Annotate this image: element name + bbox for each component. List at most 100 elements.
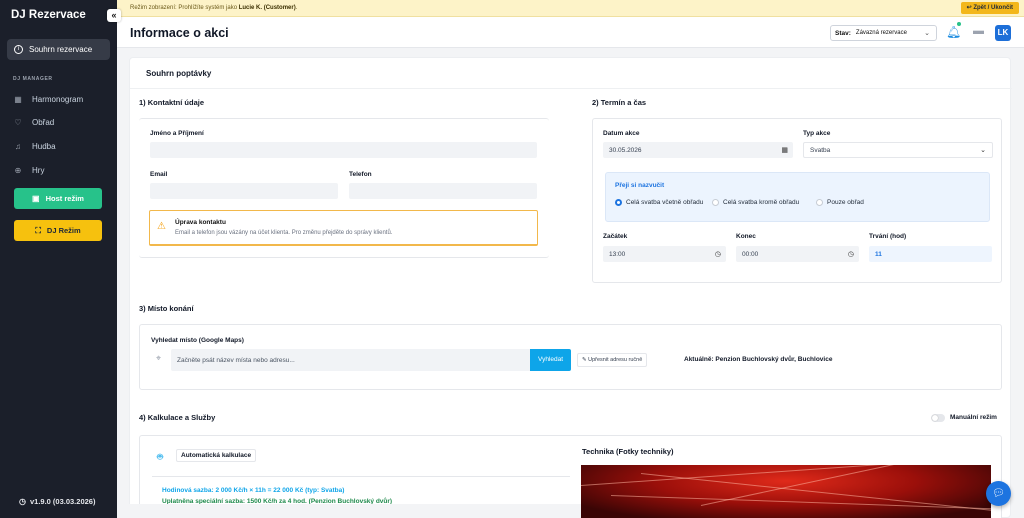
- auto-calc-badge: 🤖︎ Automatická kalkulace: [157, 447, 257, 464]
- heart-icon: ♡: [14, 117, 22, 127]
- date-label: Datum akce: [603, 130, 640, 137]
- info-icon: i: [14, 45, 23, 54]
- dj-mode-label: DJ Režim: [46, 226, 81, 235]
- collapse-sidebar-button[interactable]: «: [107, 9, 121, 22]
- edit-icon: ✎: [582, 357, 587, 363]
- dj-mode-button[interactable]: ⛶ DJ Režim: [14, 220, 102, 241]
- radio-checked: [615, 199, 622, 206]
- chat-icon[interactable]: ▬: [973, 25, 984, 37]
- radio-label: Celá svatba kromě obřadu: [723, 199, 800, 206]
- exit-view-button[interactable]: ↩ Zpět / Ukončit: [960, 2, 1019, 14]
- radio-option-full-without-ceremony[interactable]: Celá svatba kromě obřadu: [712, 199, 799, 206]
- section-title-venue: 3) Místo konání: [139, 304, 194, 313]
- light-beam: [581, 465, 991, 486]
- chat-bubble-icon[interactable]: 💬︎: [986, 481, 1011, 506]
- host-icon: ▣: [32, 194, 40, 203]
- event-type-value: Svatba: [810, 146, 831, 154]
- section-title-contact: 1) Kontaktní údaje: [139, 98, 205, 107]
- chevron-down-icon: ⌄: [980, 147, 986, 154]
- venue-search-button[interactable]: Vyhledat: [530, 349, 571, 371]
- name-label: Jméno a Příjmení: [150, 130, 204, 137]
- tech-title: Technika (Fotky techniky): [582, 447, 674, 456]
- end-value: 00:00: [742, 250, 759, 258]
- radio-label: Celá svatba včetně obřadu: [626, 199, 704, 206]
- end-time-field[interactable]: 00:00 ◷: [736, 246, 859, 262]
- radio-label: Pouze obřad: [827, 199, 864, 206]
- app-brand: DJ Rezervace: [11, 9, 86, 21]
- map-pin-icon: ⌖: [156, 353, 162, 363]
- bell-icon[interactable]: 🔔︎: [946, 25, 961, 39]
- hourly-rate-text: Hodinová sazba: 2 000 Kč/h × 11h = 22 00…: [162, 487, 345, 494]
- sidebar-item-hry[interactable]: ⊕ Hry: [13, 164, 45, 176]
- main-card: Souhrn poptávky 1) Kontaktní údaje Jméno…: [129, 57, 1012, 518]
- refine-address-label: Upřesnit adresu ručně: [588, 357, 643, 363]
- calendar-icon: ▦: [14, 94, 22, 104]
- tech-photo[interactable]: [581, 465, 991, 518]
- banner-user: Lucie K. (Customer): [238, 5, 296, 11]
- sidebar-item-label: Souhrn rezervace: [29, 45, 93, 54]
- chevron-down-icon: ⌄: [924, 30, 930, 37]
- warning-text: Email a telefon jsou vázány na účet klie…: [175, 230, 393, 236]
- status-select[interactable]: Stav: Závazná rezervace ⌄: [830, 25, 937, 41]
- impersonation-banner: Režim zobrazení: Prohlížíte systém jako …: [117, 0, 1024, 17]
- sidebar-item-obrad[interactable]: ♡ Obřad: [13, 116, 54, 128]
- banner-prefix: Režim zobrazení: Prohlížíte systém jako: [130, 5, 238, 11]
- clock-icon[interactable]: ◷: [848, 250, 854, 258]
- event-type-label: Typ akce: [803, 130, 831, 137]
- gamepad-icon: ⊕: [14, 165, 22, 175]
- manual-mode-toggle[interactable]: [931, 414, 945, 422]
- light-beam: [610, 495, 991, 510]
- term-box: Datum akce 30.05.2026 ▦ Typ akce Svatba …: [592, 118, 1002, 283]
- banner-suffix: .: [295, 5, 298, 11]
- venue-box: Vyhledat místo (Google Maps) ⌖ Začněte p…: [139, 324, 1002, 390]
- sound-option-box: Přeji si nazvučit Celá svatba včetně obř…: [605, 172, 990, 222]
- radio-option-ceremony-only[interactable]: Pouze obřad: [816, 199, 864, 206]
- bottom-bar: [117, 504, 581, 518]
- host-mode-button[interactable]: ▣ Host režim: [14, 188, 102, 209]
- clock-icon[interactable]: ◷: [715, 250, 721, 258]
- sidebar-item-label: Hry: [32, 165, 45, 175]
- radio-option-full-with-ceremony[interactable]: Celá svatba včetně obřadu: [615, 199, 703, 206]
- clock-icon: ◷: [19, 497, 26, 506]
- radio-unchecked: [816, 199, 823, 206]
- sidebar-section-label: DJ MANAGER: [13, 76, 53, 82]
- sidebar-item-label: Obřad: [32, 117, 55, 127]
- name-field[interactable]: [150, 142, 537, 158]
- warning-icon: ⚠: [157, 221, 166, 232]
- sound-option-title: Přeji si nazvučit: [615, 182, 665, 189]
- section-title-term: 2) Termín a čas: [592, 98, 647, 107]
- venue-search-label: Vyhledat místo (Google Maps): [151, 337, 244, 344]
- email-field[interactable]: [150, 183, 338, 199]
- page-title: Informace o akci: [130, 26, 229, 40]
- refine-address-button[interactable]: ✎ Upřesnit adresu ručně: [577, 353, 648, 367]
- avatar[interactable]: LK: [995, 25, 1011, 41]
- expand-icon: ⛶: [35, 225, 41, 235]
- event-type-select[interactable]: Svatba ⌄: [803, 142, 993, 158]
- return-icon: ↩: [966, 5, 972, 11]
- exit-view-label: Zpět / Ukončit: [973, 5, 1013, 11]
- start-label: Začátek: [603, 233, 628, 240]
- page-header: Informace o akci Stav: Závazná rezervace…: [117, 17, 1024, 48]
- duration-field: 11: [869, 246, 992, 262]
- current-venue: Aktuálně: Penzion Buchlovský dvůr, Buchl…: [684, 356, 833, 363]
- banner-text: Režim zobrazení: Prohlížíte systém jako …: [130, 5, 297, 11]
- section-title-calc: 4) Kalkulace a Služby: [139, 413, 216, 422]
- music-icon: ♫: [15, 141, 21, 151]
- duration-label: Trvání (hod): [869, 233, 907, 240]
- phone-field[interactable]: [349, 183, 537, 199]
- calendar-icon[interactable]: ▦: [781, 146, 788, 154]
- end-label: Konec: [736, 233, 756, 240]
- app-version: ◷ v1.9.0 (03.03.2026): [19, 497, 95, 506]
- sidebar-item-summary[interactable]: i Souhrn rezervace: [7, 39, 110, 60]
- venue-search-input[interactable]: Začněte psát název místa nebo adresu...: [171, 349, 530, 371]
- robot-icon: 🤖︎: [157, 451, 163, 463]
- date-value: 30.05.2026: [609, 146, 642, 154]
- version-text: v1.9.0 (03.03.2026): [29, 497, 96, 506]
- sidebar-item-hudba[interactable]: ♫ Hudba: [13, 140, 56, 152]
- notification-dot: [957, 22, 961, 26]
- sidebar: DJ Rezervace i Souhrn rezervace DJ MANAG…: [0, 0, 117, 518]
- warning-title: Úprava kontaktu: [175, 219, 226, 226]
- start-time-field[interactable]: 13:00 ◷: [603, 246, 726, 262]
- sidebar-item-harmonogram[interactable]: ▦ Harmonogram: [13, 93, 83, 105]
- date-field[interactable]: 30.05.2026 ▦: [603, 142, 793, 158]
